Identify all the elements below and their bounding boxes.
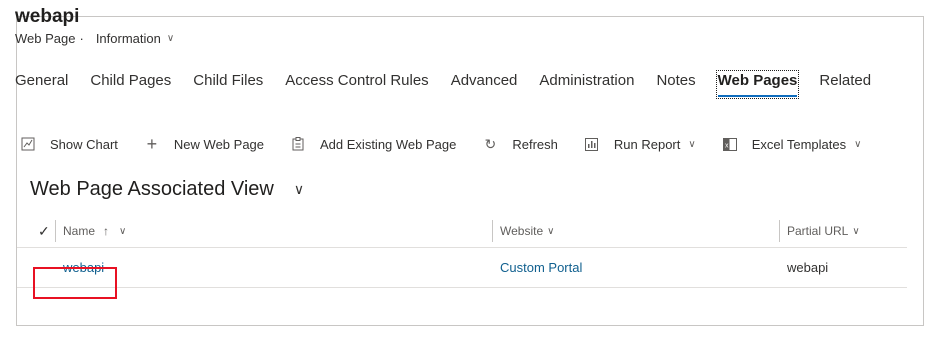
chevron-down-icon: ∨ — [166, 33, 175, 44]
grid-header: ✓ Name ↑ ∨ Website ∨ Partial URL ∨ — [17, 216, 907, 248]
command-bar: Show Chart + New Web Page Add Existing W… — [20, 133, 862, 154]
row-website-link[interactable]: Custom Portal — [500, 260, 582, 275]
chevron-down-icon: ∨ — [854, 138, 862, 150]
highlight-box — [33, 267, 117, 299]
tab-advanced[interactable]: Advanced — [451, 72, 518, 97]
entity-name: Web Page — [15, 31, 76, 46]
website-column-header[interactable]: Website ∨ — [500, 224, 554, 238]
form-selector[interactable]: Information ∨ — [96, 31, 174, 46]
record-title: webapi — [15, 6, 80, 27]
show-chart-button[interactable]: Show Chart — [20, 136, 118, 152]
new-web-page-button[interactable]: + New Web Page — [144, 133, 265, 154]
chart-icon — [20, 136, 36, 152]
tab-strip: General Child Pages Child Files Access C… — [15, 70, 893, 99]
form-selector-label: Information — [95, 31, 161, 46]
chevron-down-icon: ∨ — [688, 138, 696, 150]
select-all-checkbox[interactable]: ✓ — [38, 223, 50, 240]
name-column-label: Name — [63, 224, 96, 238]
tab-notes[interactable]: Notes — [656, 72, 695, 97]
view-selector[interactable]: Web Page Associated View ∨ — [30, 178, 304, 201]
row-partial-url: webapi — [787, 260, 829, 275]
tab-child-pages[interactable]: Child Pages — [90, 72, 171, 97]
excel-templates-button[interactable]: x Excel Templates ∨ — [722, 136, 862, 152]
run-report-button[interactable]: Run Report ∨ — [584, 136, 696, 152]
clipboard-icon — [290, 136, 306, 152]
sort-ascending-icon: ↑ — [103, 224, 110, 238]
new-web-page-label: New Web Page — [173, 136, 265, 152]
partial-url-column-header[interactable]: Partial URL ∨ — [787, 224, 860, 238]
run-report-label: Run Report — [613, 136, 681, 152]
tab-administration[interactable]: Administration — [539, 72, 634, 97]
record-subheader: Web Page · Information ∨ — [15, 31, 174, 46]
add-existing-web-page-button[interactable]: Add Existing Web Page — [290, 136, 456, 152]
column-divider — [55, 220, 56, 242]
chevron-down-icon: ∨ — [852, 225, 860, 237]
table-row[interactable]: webapi Custom Portal webapi — [17, 251, 907, 288]
excel-icon: x — [722, 136, 738, 152]
name-column-header[interactable]: Name ↑ ∨ — [63, 224, 126, 238]
separator: · — [79, 31, 84, 46]
chevron-down-icon: ∨ — [119, 225, 127, 237]
excel-templates-label: Excel Templates — [751, 136, 847, 152]
column-divider — [779, 220, 780, 242]
partial-url-column-label: Partial URL — [787, 224, 849, 238]
refresh-button[interactable]: ↻ Refresh — [482, 135, 558, 152]
svg-text:x: x — [725, 142, 729, 149]
tab-related[interactable]: Related — [819, 72, 871, 97]
website-column-label: Website — [500, 224, 544, 238]
tab-access-control-rules[interactable]: Access Control Rules — [285, 72, 428, 97]
add-existing-web-page-label: Add Existing Web Page — [320, 136, 457, 152]
view-title: Web Page Associated View — [30, 178, 274, 200]
tab-web-pages[interactable]: Web Pages — [715, 70, 800, 99]
chevron-down-icon: ∨ — [293, 181, 305, 197]
column-divider — [492, 220, 493, 242]
report-icon — [584, 136, 600, 152]
plus-icon: + — [146, 133, 158, 154]
chevron-down-icon: ∨ — [547, 225, 555, 237]
tab-child-files[interactable]: Child Files — [193, 72, 263, 97]
tab-general[interactable]: General — [15, 72, 68, 97]
refresh-label: Refresh — [512, 136, 558, 152]
show-chart-label: Show Chart — [50, 136, 118, 152]
refresh-icon: ↻ — [484, 135, 497, 152]
